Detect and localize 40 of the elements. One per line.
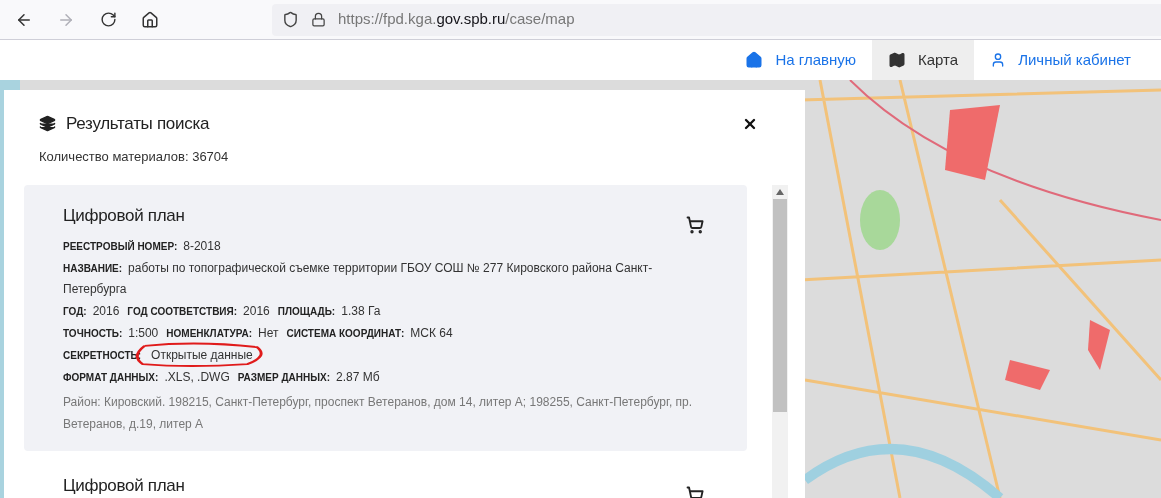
nav-link[interactable]: Карта <box>872 40 975 80</box>
address-bar[interactable]: https://fpd.kga.gov.spb.ru/case/map <box>272 3 1161 36</box>
field-label: ГОД: <box>63 306 87 317</box>
field-text: НАЗВАНИЕ: работы по топографической съемке территории ГБОУ СОШ № 277 Кировского района Санкт-Петербурга <box>63 260 654 298</box>
field-value: 1.38 Га <box>341 304 381 318</box>
field-label: СИСТЕМА КООРДИНАТ: <box>286 328 405 339</box>
scroll-up-arrow-icon[interactable] <box>776 189 784 195</box>
field-label: НОМЕНКЛАТУРА: <box>166 328 253 339</box>
field-label: ГОД СООТВЕТСТВИЯ: <box>127 306 238 317</box>
address-text: Район: Кировский. 198215, Санкт-Петербург, проспект Ветеранов, дом 14, литер А; 198255, Санкт-Петербург, пр. Ветеранов, д.19, литер А <box>63 394 694 433</box>
home-icon <box>745 51 764 69</box>
home-icon <box>141 10 159 29</box>
field-value: Нет <box>258 326 279 340</box>
add-to-cart-button[interactable] <box>685 215 705 235</box>
nav-link[interactable]: На главную <box>729 40 872 80</box>
field-text: РЕЕСТРОВЫЙ НОМЕР: 8-2018 <box>63 238 222 255</box>
field-value: МСК 64 <box>410 326 453 340</box>
field-value: 2016 <box>243 304 270 318</box>
card-title: Цифровой план <box>63 475 185 497</box>
materials-count: Количество материалов: 36704 <box>39 147 230 166</box>
panel-title: Результаты поиска <box>66 113 210 135</box>
shield-icon <box>282 11 299 28</box>
field-label: ПЛОЩАДЬ: <box>277 306 336 317</box>
lock-icon <box>311 12 326 27</box>
field-value: 1:500 <box>128 326 159 340</box>
map-icon <box>888 51 906 69</box>
cart-icon <box>686 216 704 234</box>
field-label: ТОЧНОСТЬ: <box>63 328 123 339</box>
field-label: РАЗМЕР ДАННЫХ: <box>237 372 331 383</box>
field-value: .XLS, .DWG <box>164 370 230 384</box>
card-title: Цифровой план <box>63 205 185 227</box>
field-value: 2016 <box>92 304 120 318</box>
field-value: 2.87 Мб <box>336 370 380 384</box>
layers-icon <box>39 115 56 133</box>
nav-link[interactable]: Личный кабинет <box>974 40 1147 80</box>
reload-icon <box>99 11 117 28</box>
url-text: https://fpd.kga.gov.spb.ru/case/map <box>338 9 575 30</box>
scrollbar-thumb[interactable] <box>773 199 787 412</box>
field-value: Открытые данные <box>151 348 253 362</box>
field-label: ФОРМАТ ДАННЫХ: <box>63 372 159 383</box>
